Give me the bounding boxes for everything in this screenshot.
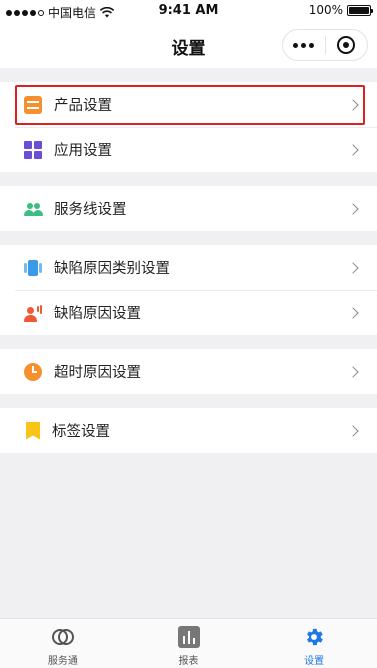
clock-icon — [24, 362, 42, 381]
status-bar: 中国电信 9:41 AM 100% — [0, 0, 377, 22]
report-chart-icon — [177, 626, 200, 648]
user-voice-icon — [24, 304, 42, 322]
chevron-right-icon — [347, 202, 359, 215]
battery-status: 100% — [308, 3, 373, 17]
navigation-bar: 设置 — [0, 22, 377, 68]
item-label: 标签设置 — [52, 424, 110, 440]
category-icon — [24, 259, 42, 277]
bookmark-icon — [26, 421, 40, 440]
gear-icon — [303, 626, 325, 648]
more-dots-icon — [293, 42, 315, 48]
defect-reason-settings-item[interactable]: 缺陷原因设置 — [0, 290, 377, 335]
app-settings-item[interactable]: 应用设置 — [0, 127, 377, 172]
item-label: 产品设置 — [54, 98, 112, 114]
tab-service[interactable]: 服务通 — [0, 619, 126, 668]
battery-icon — [347, 4, 373, 16]
bottom-tab-bar: 服务通 报表 设置 — [0, 618, 377, 668]
tag-settings-item[interactable]: 标签设置 — [0, 408, 377, 453]
service-line-settings-item[interactable]: 服务线设置 — [0, 186, 377, 231]
item-label: 超时原因设置 — [54, 365, 141, 381]
product-icon — [24, 95, 42, 114]
header: 中国电信 9:41 AM 100% 设置 — [0, 0, 377, 68]
settings-group-3: 缺陷原因类别设置 缺陷原因设置 — [0, 245, 377, 335]
tab-settings[interactable]: 设置 — [251, 619, 377, 668]
tab-label: 服务通 — [47, 656, 78, 667]
mini-program-capsule — [282, 29, 368, 61]
item-label: 缺陷原因类别设置 — [54, 261, 170, 277]
tab-label: 设置 — [304, 656, 325, 667]
settings-group-2: 服务线设置 — [0, 186, 377, 231]
chevron-right-icon — [347, 261, 359, 274]
settings-group-4: 超时原因设置 — [0, 349, 377, 394]
chevron-right-icon — [347, 143, 359, 156]
app-grid-icon — [24, 140, 42, 159]
chevron-right-icon — [347, 98, 359, 111]
timeout-reason-settings-item[interactable]: 超时原因设置 — [0, 349, 377, 394]
settings-group-5: 标签设置 — [0, 408, 377, 453]
chevron-right-icon — [347, 306, 359, 319]
product-settings-item[interactable]: 产品设置 — [0, 82, 377, 127]
close-program-button[interactable] — [326, 30, 368, 60]
target-icon — [337, 36, 356, 54]
defect-category-settings-item[interactable]: 缺陷原因类别设置 — [0, 245, 377, 290]
users-icon — [24, 200, 43, 218]
chevron-right-icon — [347, 424, 359, 437]
more-button[interactable] — [283, 30, 325, 60]
item-label: 缺陷原因设置 — [54, 306, 141, 322]
chevron-right-icon — [347, 365, 359, 378]
battery-percent: 100% — [308, 3, 343, 17]
tab-report[interactable]: 报表 — [126, 619, 252, 668]
item-label: 应用设置 — [54, 143, 112, 159]
service-logo-icon — [51, 626, 74, 648]
tab-label: 报表 — [178, 656, 199, 667]
item-label: 服务线设置 — [54, 202, 127, 218]
settings-group-1: 产品设置 应用设置 — [0, 82, 377, 172]
